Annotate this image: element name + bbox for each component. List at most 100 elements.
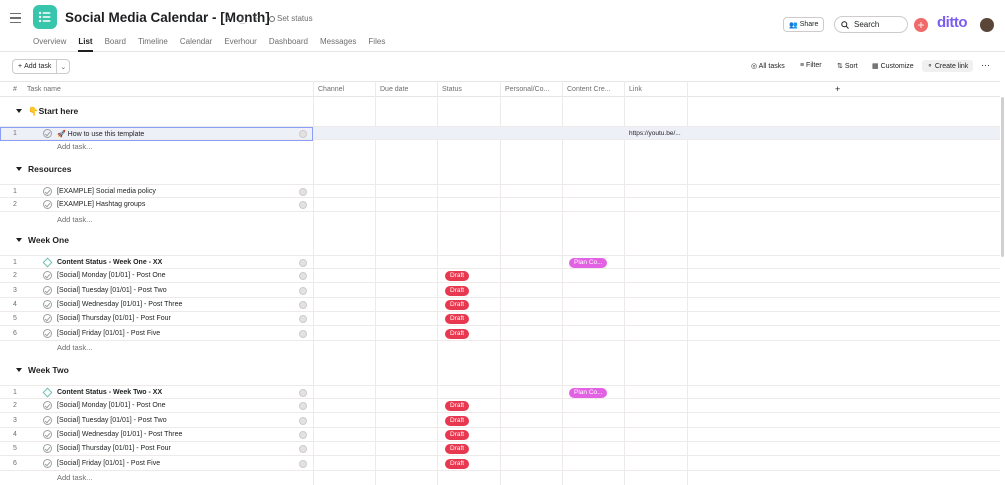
tab-everhour[interactable]: Everhour xyxy=(224,37,256,52)
tab-list[interactable]: List xyxy=(78,37,93,52)
tab-messages[interactable]: Messages xyxy=(320,37,356,52)
add-task-row[interactable]: Add task... xyxy=(57,473,92,485)
task-name[interactable]: [Social] Wednesday [01/01] - Post Three xyxy=(57,301,182,308)
status-badge[interactable]: Draft xyxy=(445,271,470,282)
content-badge[interactable]: Plan Co... xyxy=(569,258,607,268)
tab-timeline[interactable]: Timeline xyxy=(138,37,168,52)
assignee-icon[interactable] xyxy=(299,300,307,309)
chevron-down-icon[interactable]: ⌄ xyxy=(224,12,232,23)
create-link-button[interactable]: ⚬ Create link xyxy=(922,60,974,72)
section-header[interactable]: Week Two xyxy=(0,359,1000,383)
table-row[interactable]: 5 [Social] Thursday [01/01] - Post Four Dr… xyxy=(0,312,1000,327)
table-row[interactable]: 5 [Social] Thursday [01/01] - Post Four Dr… xyxy=(0,442,1000,457)
check-circle-icon[interactable] xyxy=(43,299,52,309)
assignee-icon[interactable] xyxy=(299,130,307,138)
table-row[interactable]: 6 [Social] Friday [01/01] - Post Five Draf… xyxy=(0,457,1000,471)
col-content[interactable]: Content Cre... xyxy=(567,86,611,93)
caret-down-icon[interactable] xyxy=(16,109,22,113)
assignee-icon[interactable] xyxy=(299,389,307,397)
col-due-date[interactable]: Due date xyxy=(380,86,408,93)
assignee-icon[interactable] xyxy=(299,430,307,439)
customize-button[interactable]: ▦ Customize xyxy=(872,62,914,70)
sort-button[interactable]: ⇅ Sort xyxy=(837,62,858,70)
content-badge[interactable]: Plan Co... xyxy=(569,388,607,398)
task-name[interactable]: Content Status - Week Two - XX xyxy=(57,389,162,396)
more-icon[interactable]: ··· xyxy=(981,60,990,70)
check-circle-icon[interactable] xyxy=(43,328,52,338)
scrollbar[interactable] xyxy=(1001,97,1004,257)
task-name[interactable]: [Social] Monday [01/01] - Post One xyxy=(57,402,166,409)
task-name[interactable]: 🚀 How to use this template xyxy=(57,130,144,138)
task-name[interactable]: [EXAMPLE] Social media policy xyxy=(57,188,156,195)
table-row[interactable]: 3 [Social] Tuesday [01/01] - Post Two Draf… xyxy=(0,284,1000,298)
project-list-icon[interactable] xyxy=(33,5,57,29)
check-circle-icon[interactable] xyxy=(43,285,52,295)
chevron-down-icon[interactable]: ⌄ xyxy=(57,63,69,71)
share-button[interactable]: 👥 Share xyxy=(783,17,825,32)
table-row[interactable]: 2 [Social] Monday [01/01] - Post One Draft xyxy=(0,269,1000,284)
task-name[interactable]: [Social] Thursday [01/01] - Post Four xyxy=(57,445,171,452)
status-badge[interactable]: Draft xyxy=(445,401,470,412)
section-header[interactable]: Resources xyxy=(0,158,1000,182)
create-plus-button[interactable]: + xyxy=(914,18,928,32)
status-badge[interactable]: Draft xyxy=(445,285,470,296)
status-badge[interactable]: Draft xyxy=(445,415,470,426)
search-input[interactable]: Search xyxy=(834,16,908,33)
add-task-row[interactable]: Add task... xyxy=(57,343,92,357)
col-link[interactable]: Link xyxy=(629,86,642,93)
col-personal[interactable]: Personal/Co... xyxy=(505,86,549,93)
caret-down-icon[interactable] xyxy=(16,238,22,242)
section-header[interactable]: Week One xyxy=(0,229,1000,253)
tab-board[interactable]: Board xyxy=(105,37,126,52)
check-circle-icon[interactable] xyxy=(43,187,52,196)
table-row[interactable]: 1 Content Status - Week Two - XX Plan Co..… xyxy=(0,385,1000,399)
caret-down-icon[interactable] xyxy=(16,368,22,372)
add-task-row[interactable]: Add task... xyxy=(57,215,92,229)
tab-calendar[interactable]: Calendar xyxy=(180,37,212,52)
task-name[interactable]: [Social] Tuesday [01/01] - Post Two xyxy=(57,417,167,424)
check-circle-icon[interactable] xyxy=(43,458,52,468)
tab-overview[interactable]: Overview xyxy=(33,37,66,52)
table-row[interactable]: 2 [EXAMPLE] Hashtag groups xyxy=(0,198,1000,213)
assignee-icon[interactable] xyxy=(299,286,307,295)
tab-files[interactable]: Files xyxy=(368,37,385,52)
assignee-icon[interactable] xyxy=(299,188,307,196)
status-badge[interactable]: Draft xyxy=(445,458,470,469)
col-status[interactable]: Status xyxy=(442,86,462,93)
all-tasks-button[interactable]: ◎ All tasks xyxy=(751,62,785,70)
task-name[interactable]: [Social] Friday [01/01] - Post Five xyxy=(57,330,160,337)
table-row[interactable]: 4 [Social] Wednesday [01/01] - Post Three… xyxy=(0,298,1000,312)
check-circle-icon[interactable] xyxy=(43,415,52,425)
status-badge[interactable]: Draft xyxy=(445,429,470,440)
status-badge[interactable]: Draft xyxy=(445,299,470,310)
col-task-name[interactable]: Task name xyxy=(27,86,61,93)
tab-dashboard[interactable]: Dashboard xyxy=(269,37,308,52)
status-badge[interactable]: Draft xyxy=(445,314,470,325)
table-row[interactable]: 1 Content Status - Week One - XX Plan Co..… xyxy=(0,255,1000,269)
menu-icon[interactable] xyxy=(10,13,21,23)
assignee-icon[interactable] xyxy=(299,329,307,338)
add-task-row[interactable]: Add task... xyxy=(57,142,92,156)
section-header[interactable]: 👇Start here xyxy=(0,100,1000,124)
table-row[interactable]: 6 [Social] Friday [01/01] - Post Five Draf… xyxy=(0,327,1000,341)
set-status-button[interactable]: Set status xyxy=(269,14,313,23)
table-row[interactable]: 1 🚀 How to use this template https://youtu… xyxy=(0,126,1000,141)
add-column-icon[interactable]: + xyxy=(835,84,840,94)
table-row[interactable]: 2 [Social] Monday [01/01] - Post One Draft xyxy=(0,399,1000,414)
add-task-button[interactable]: + Add task ⌄ xyxy=(12,59,71,74)
assignee-icon[interactable] xyxy=(299,416,307,425)
col-channel[interactable]: Channel xyxy=(318,86,344,93)
table-row[interactable]: 3 [Social] Tuesday [01/01] - Post Two Draf… xyxy=(0,414,1000,428)
task-name[interactable]: [Social] Wednesday [01/01] - Post Three xyxy=(57,431,182,438)
table-row[interactable]: 4 [Social] Wednesday [01/01] - Post Three… xyxy=(0,428,1000,442)
task-name[interactable]: [EXAMPLE] Hashtag groups xyxy=(57,201,145,208)
star-icon[interactable]: ☆ xyxy=(253,12,262,23)
check-circle-icon[interactable] xyxy=(43,129,52,138)
task-name[interactable]: [Social] Tuesday [01/01] - Post Two xyxy=(57,287,167,294)
check-circle-icon[interactable] xyxy=(43,429,52,439)
task-name[interactable]: [Social] Thursday [01/01] - Post Four xyxy=(57,315,171,322)
avatar[interactable] xyxy=(980,18,994,32)
assignee-icon[interactable] xyxy=(299,459,307,468)
info-icon[interactable]: ⓘ xyxy=(238,13,247,26)
task-name[interactable]: Content Status - Week One - XX xyxy=(57,259,162,266)
